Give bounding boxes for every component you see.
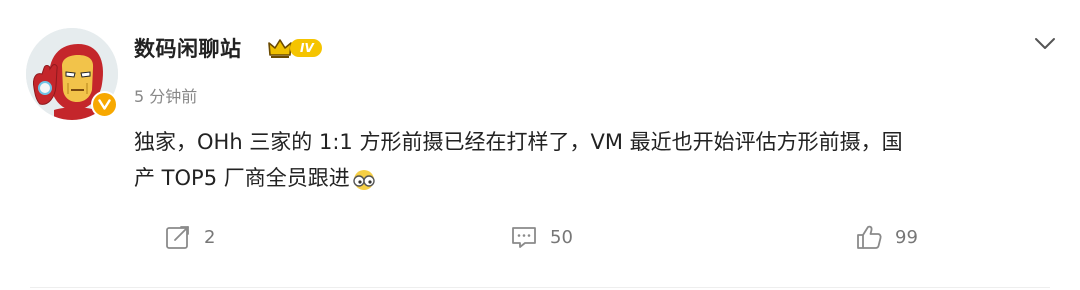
verified-v-icon (98, 99, 111, 110)
repost-button[interactable]: 2 (164, 222, 215, 252)
content-line-2-text: 产 TOP5 厂商全员跟进 (134, 166, 350, 190)
post-content: 独家，OHh 三家的 1:1 方形前摄已经在打样了，VM 最近也开始评估方形前摄… (134, 124, 1054, 196)
repost-share-icon (166, 223, 192, 249)
comment-icon (512, 227, 536, 248)
level-badge[interactable]: IV (290, 39, 322, 57)
like-count: 99 (895, 226, 918, 248)
comment-count: 50 (550, 226, 573, 248)
glasses-face-emoji-icon (353, 170, 375, 190)
comment-button[interactable]: 50 (510, 222, 573, 252)
thumbs-up-icon (857, 225, 882, 249)
author-name[interactable]: 数码闲聊站 (134, 33, 242, 63)
content-line-1: 独家，OHh 三家的 1:1 方形前摄已经在打样了，VM 最近也开始评估方形前摄… (134, 130, 903, 154)
like-button[interactable]: 99 (855, 222, 918, 252)
verified-badge (91, 91, 118, 118)
content-line-2: 产 TOP5 厂商全员跟进 (134, 160, 1054, 196)
repost-count: 2 (204, 226, 216, 248)
post-timestamp: 5 分钟前 (134, 87, 198, 106)
post-divider (30, 287, 1050, 288)
chevron-down-icon[interactable] (1032, 30, 1058, 56)
weibo-post-card: 数码闲聊站 IV 5 分钟前 独家，OHh 三家的 1:1 方形前摄已经在打样了… (0, 0, 1080, 290)
